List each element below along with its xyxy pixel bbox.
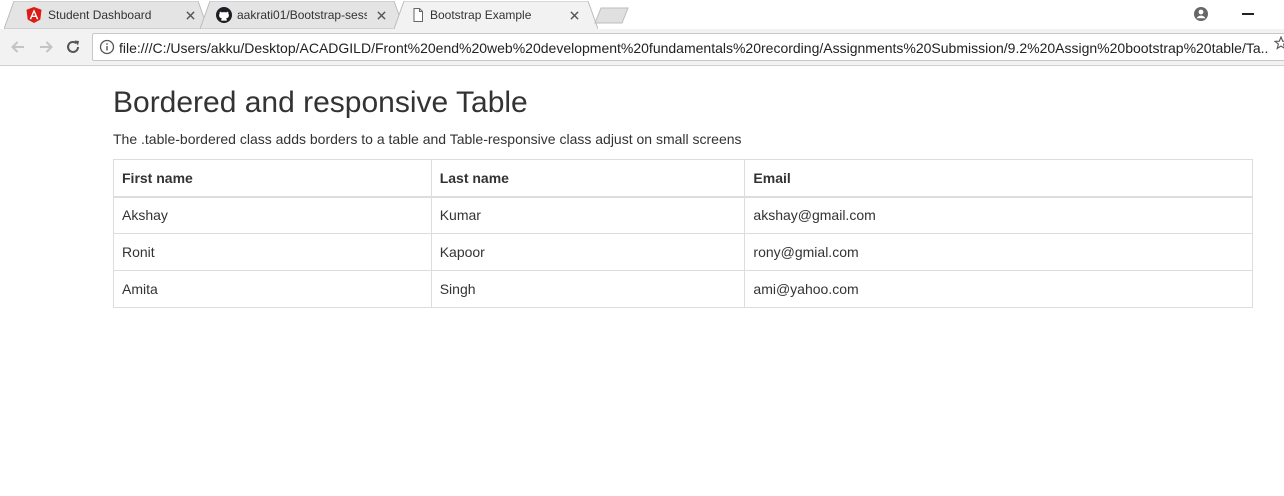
reload-icon[interactable] [64, 38, 82, 56]
tab-title: aakrati01/Bootstrap-sess [237, 8, 367, 22]
tab-student-dashboard[interactable]: Student Dashboard [4, 1, 208, 29]
first-name-cell: Amita [113, 270, 432, 308]
last-name-cell: Kapoor [430, 233, 746, 271]
browser-toolbar: file:///C:/Users/akku/Desktop/ACADGILD/F… [0, 29, 1284, 66]
table-row: Akshay Kumar akshay@gmail.com [113, 196, 1253, 234]
url-text[interactable]: file:///C:/Users/akku/Desktop/ACADGILD/F… [119, 40, 1269, 56]
forward-arrow-icon[interactable] [37, 38, 55, 56]
column-header-first-name: First name [113, 159, 432, 198]
new-tab-button[interactable] [594, 7, 630, 24]
angular-icon [26, 7, 42, 23]
github-icon [216, 7, 232, 23]
tab-github[interactable]: aakrati01/Bootstrap-sess [200, 1, 404, 29]
email-cell: ami@yahoo.com [744, 270, 1253, 308]
tab-strip: Student Dashboard aakrati01/Bootstrap-se… [0, 0, 1284, 29]
info-icon[interactable] [99, 39, 115, 55]
profile-icon[interactable] [1192, 5, 1210, 23]
page-icon [410, 7, 426, 23]
first-name-cell: Ronit [113, 233, 432, 271]
bookmark-star-icon[interactable] [1273, 35, 1284, 50]
column-header-email: Email [744, 159, 1253, 198]
bordered-table: First name Last name Email Akshay Kumar … [113, 159, 1253, 308]
table-row: Amita Singh ami@yahoo.com [113, 270, 1253, 308]
table-header-row: First name Last name Email [113, 159, 1253, 198]
page-description: The .table-bordered class adds borders t… [113, 131, 742, 147]
column-header-last-name: Last name [430, 159, 746, 198]
first-name-cell: Akshay [113, 196, 432, 234]
page-title: Bordered and responsive Table [113, 86, 528, 119]
tab-title: Student Dashboard [48, 8, 152, 22]
table-row: Ronit Kapoor rony@gmial.com [113, 233, 1253, 271]
last-name-cell: Singh [430, 270, 746, 308]
email-cell: rony@gmial.com [744, 233, 1253, 271]
close-icon[interactable] [566, 7, 582, 23]
last-name-cell: Kumar [430, 196, 746, 234]
back-arrow-icon[interactable] [9, 38, 27, 56]
close-icon[interactable] [182, 7, 198, 23]
email-cell: akshay@gmail.com [744, 196, 1253, 234]
minimize-button[interactable] [1242, 13, 1254, 15]
close-icon[interactable] [373, 7, 389, 23]
tab-title: Bootstrap Example [430, 8, 532, 22]
tab-bootstrap-example[interactable]: Bootstrap Example [394, 1, 598, 29]
address-bar[interactable]: file:///C:/Users/akku/Desktop/ACADGILD/F… [92, 33, 1284, 61]
